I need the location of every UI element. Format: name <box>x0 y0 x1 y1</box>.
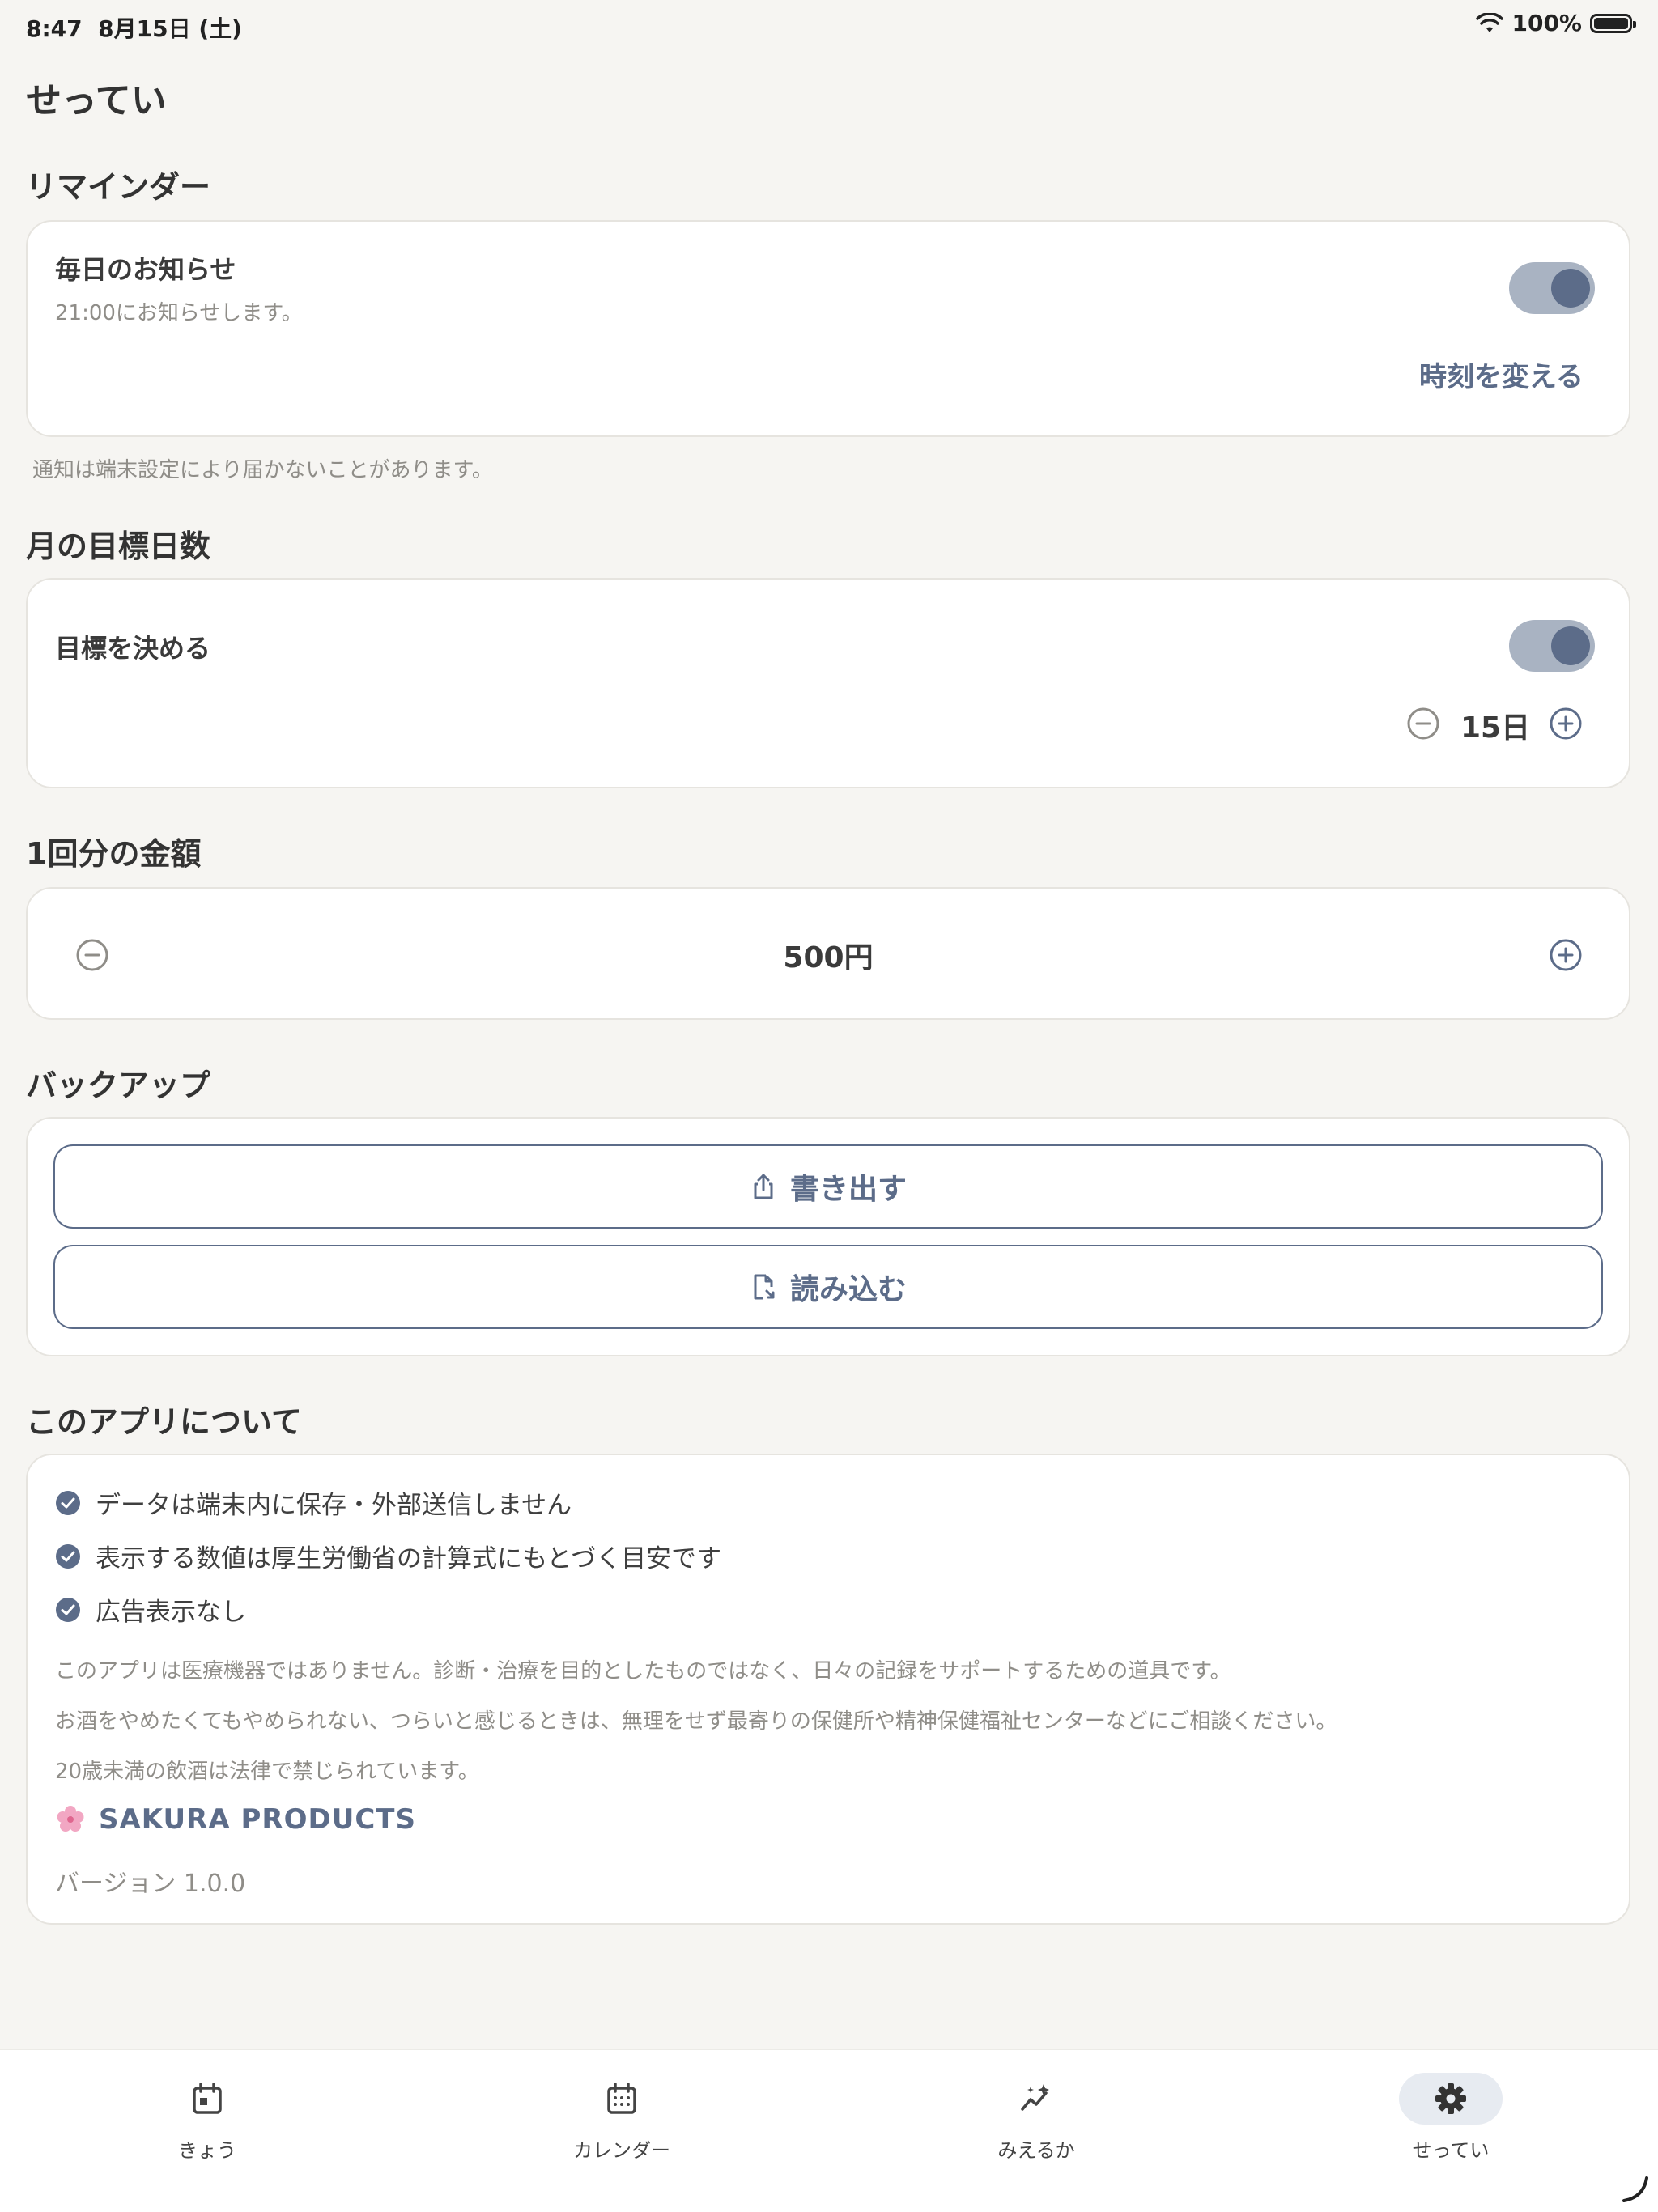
daily-notification-subtitle: 21:00にお知らせします。 <box>55 301 303 325</box>
amount-value: 500円 <box>783 941 874 974</box>
goal-card: 目標を決める 15日 <box>26 578 1630 788</box>
tab-label: みえるか <box>997 2139 1075 2162</box>
medical-disclaimer: このアプリは医療機器ではありません。診断・治療を目的としたものではなく、日々の記… <box>55 1659 1231 1683</box>
status-clock: 8:47 <box>26 15 83 42</box>
page-title: せってい <box>26 80 167 121</box>
tab-icon-container <box>155 2073 259 2125</box>
backup-section-title: バックアップ <box>26 1068 211 1103</box>
about-check-item: 広告表示なし <box>55 1591 246 1628</box>
about-card: データは端末内に保存・外部送信しません 表示する数値は厚生労働省の計算式にもとづ… <box>26 1454 1630 1925</box>
calendar-icon <box>607 2083 636 2114</box>
tab-label: カレンダー <box>573 2139 670 2162</box>
sparkle-chart-icon <box>1021 2084 1049 2111</box>
tab-today[interactable]: きょう <box>110 2073 304 2186</box>
about-check-text: データは端末内に保存・外部送信しません <box>96 1491 572 1520</box>
notification-note: 通知は端末設定により届かないことがあります。 <box>32 458 493 482</box>
goal-days-value: 15日 <box>1460 711 1531 745</box>
minus-circle-icon <box>1407 707 1439 740</box>
plus-circle-icon <box>1550 707 1582 740</box>
battery-percent: 100% <box>1511 10 1582 36</box>
about-check-item: 表示する数値は厚生労働省の計算式にもとづく目安です <box>55 1538 721 1574</box>
status-indicators: 100% <box>1476 10 1636 36</box>
tab-label: せってい <box>1412 2139 1490 2162</box>
amount-card: 500円 <box>26 887 1630 1020</box>
about-check-item: データは端末内に保存・外部送信しません <box>55 1484 572 1521</box>
wifi-icon <box>1476 12 1504 32</box>
amount-increase-button[interactable] <box>1548 937 1584 973</box>
export-button[interactable]: 書き出す <box>53 1144 1603 1229</box>
gear-icon <box>1435 2083 1466 2114</box>
resize-handle-icon <box>1622 2176 1648 2202</box>
bottom-tab-bar: きょう カレンダー みえるか せってい <box>0 2049 1658 2212</box>
version-text: バージョン 1.0.0 <box>55 1870 246 1898</box>
consultation-note: お酒をやめたくてもやめられない、つらいと感じるときは、無理をせず最寄りの保健所や… <box>55 1709 1337 1734</box>
import-label: 読み込む <box>789 1273 907 1306</box>
backup-card: 書き出す 読み込む <box>26 1117 1630 1356</box>
calendar-day-icon <box>193 2083 222 2114</box>
daily-notification-toggle[interactable] <box>1509 262 1595 314</box>
tab-calendar[interactable]: カレンダー <box>525 2073 719 2186</box>
plus-circle-icon <box>1550 939 1582 971</box>
set-goal-label: 目標を決める <box>55 633 211 664</box>
export-label: 書き出す <box>789 1173 907 1206</box>
check-circle-icon <box>56 1597 80 1622</box>
change-time-button[interactable]: 時刻を変える <box>1419 355 1584 394</box>
tab-icon-container <box>984 2073 1088 2125</box>
status-bar: 8:47 8月15日 (土) 100% <box>0 0 1658 52</box>
amount-section-title: 1回分の金額 <box>26 836 202 872</box>
battery-icon <box>1590 13 1636 33</box>
goal-increase-button[interactable] <box>1548 706 1584 741</box>
brand-name: SAKURA PRODUCTS <box>99 1803 416 1836</box>
tab-settings[interactable]: せってい <box>1354 2073 1548 2186</box>
about-section-title: このアプリについて <box>26 1404 302 1440</box>
toggle-knob <box>1551 626 1590 665</box>
file-import-icon <box>754 1274 775 1300</box>
reminder-card: 毎日のお知らせ 21:00にお知らせします。 時刻を変える <box>26 220 1630 437</box>
daily-notification-title: 毎日のお知らせ <box>55 254 236 285</box>
check-circle-icon <box>56 1490 80 1515</box>
cherry-blossom-icon <box>57 1806 84 1832</box>
about-check-text: 表示する数値は厚生労働省の計算式にもとづく目安です <box>96 1544 722 1573</box>
status-time: 8:47 8月15日 (土) <box>26 11 242 44</box>
check-circle-icon <box>56 1543 80 1569</box>
goal-toggle[interactable] <box>1509 620 1595 672</box>
brand: SAKURA PRODUCTS <box>55 1803 416 1836</box>
reminder-section-title: リマインダー <box>26 169 211 205</box>
tab-icon-container <box>1399 2073 1503 2125</box>
toggle-knob <box>1551 269 1590 308</box>
status-date: 8月15日 (土) <box>98 15 242 42</box>
goal-section-title: 月の目標日数 <box>26 529 211 564</box>
import-button[interactable]: 読み込む <box>53 1245 1603 1329</box>
age-restriction-note: 20歳未満の飲酒は法律で禁じられています。 <box>55 1760 479 1784</box>
tab-icon-container <box>570 2073 674 2125</box>
about-check-text: 広告表示なし <box>96 1598 246 1627</box>
tab-insights[interactable]: みえるか <box>939 2073 1133 2186</box>
tab-label: きょう <box>178 2139 236 2162</box>
goal-decrease-button[interactable] <box>1405 706 1441 741</box>
share-icon <box>754 1174 773 1199</box>
